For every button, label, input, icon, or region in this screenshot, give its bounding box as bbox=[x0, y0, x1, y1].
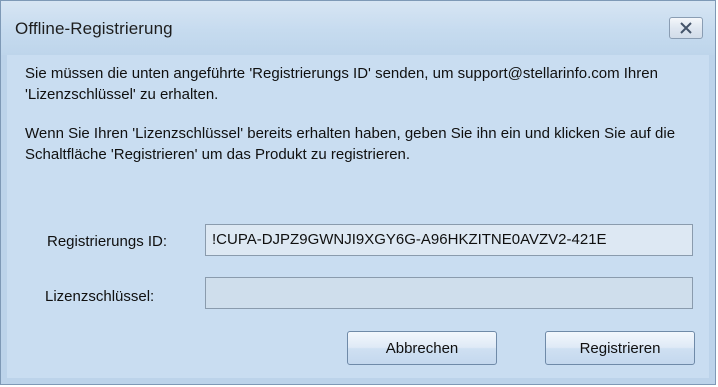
license-key-label: Lizenzschlüssel: bbox=[45, 288, 155, 305]
dialog-window: Offline-Registrierung Sie müssen die unt… bbox=[0, 0, 716, 385]
window-title: Offline-Registrierung bbox=[15, 19, 173, 38]
register-button[interactable]: Registrieren bbox=[545, 331, 695, 365]
title-bar: Offline-Registrierung bbox=[1, 1, 715, 55]
dialog-body: Sie müssen die unten angeführte 'Registr… bbox=[7, 55, 709, 378]
instruction-text-enter-key: Wenn Sie Ihren 'Lizenzschlüssel' bereits… bbox=[25, 125, 676, 163]
close-icon bbox=[680, 22, 692, 34]
cancel-button-label: Abbrechen bbox=[385, 339, 459, 357]
register-button-label: Registrieren bbox=[579, 339, 661, 357]
registration-id-label: Registrierungs ID: bbox=[47, 233, 168, 250]
close-button[interactable] bbox=[669, 17, 703, 39]
license-key-field[interactable] bbox=[205, 277, 693, 309]
registration-id-field[interactable]: !CUPA-DJPZ9GWNJI9XGY6G-A96HKZITNE0AVZV2-… bbox=[205, 224, 693, 256]
instruction-text-send-id: Sie müssen die unten angeführte 'Registr… bbox=[25, 65, 658, 103]
cancel-button[interactable]: Abbrechen bbox=[347, 331, 497, 365]
